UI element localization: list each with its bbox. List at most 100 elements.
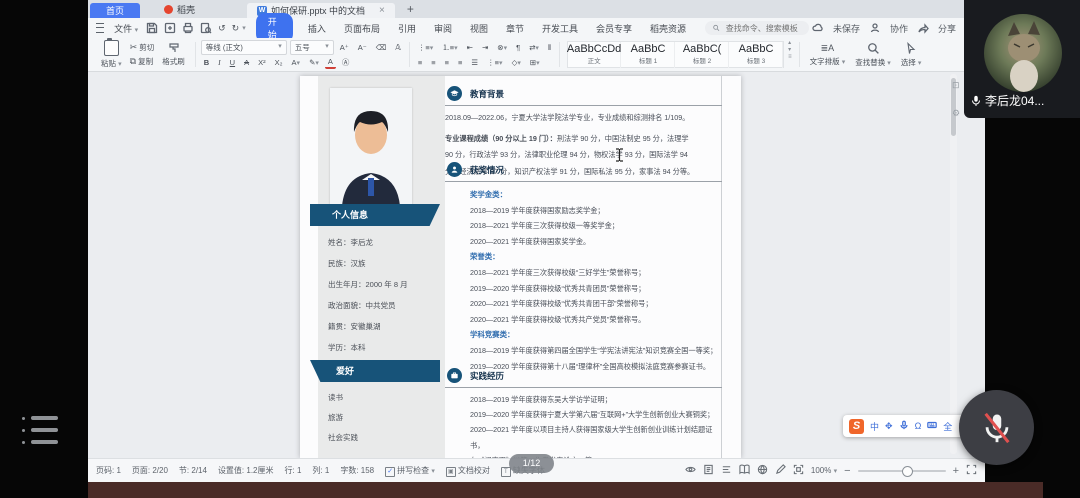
collaborate-button[interactable]: 协作: [888, 22, 910, 35]
paste-button[interactable]: 粘贴 ▾: [96, 40, 127, 69]
underline-button[interactable]: U: [227, 57, 238, 68]
ime-toolbar[interactable]: S 中 ✥ Ω 全 ≣: [843, 415, 977, 437]
cut-button[interactable]: ✂ 剪切: [127, 41, 158, 54]
style-cell[interactable]: AaBbC 标题 1: [622, 42, 675, 68]
ribbon-tab[interactable]: 开发工具: [533, 22, 587, 35]
strikethrough-button[interactable]: A: [241, 57, 252, 68]
paragraph-mark-button[interactable]: ¶: [513, 42, 523, 53]
file-menu[interactable]: 文件 ▾: [109, 22, 143, 35]
settings-gear-icon[interactable]: ⚙: [952, 108, 960, 119]
columns-button[interactable]: ⫴: [545, 42, 554, 54]
tab-docer[interactable]: 稻壳: [154, 0, 205, 18]
text-effects-button[interactable]: A▾: [289, 57, 304, 68]
doc-proof-button[interactable]: ▣文档校对: [446, 465, 490, 477]
hamburger-menu-icon[interactable]: [96, 23, 104, 33]
align-right-button[interactable]: ≡: [442, 57, 452, 68]
copy-button[interactable]: ⧉ 复制: [127, 55, 157, 68]
distribute-button[interactable]: ☰: [468, 57, 481, 68]
style-cell[interactable]: AaBbC 标题 3: [730, 42, 783, 68]
ribbon-tab[interactable]: 页面布局: [335, 22, 389, 35]
ime-fullwidth-icon[interactable]: 全: [943, 420, 952, 433]
meeting-list-icon[interactable]: [22, 416, 58, 444]
justify-button[interactable]: ≡: [455, 57, 465, 68]
align-left-button[interactable]: ≡: [415, 57, 425, 68]
zoom-value[interactable]: 100% ▾: [811, 466, 837, 475]
style-gallery-scroll[interactable]: ▴▾≡: [786, 40, 794, 69]
ribbon-tab[interactable]: 稻壳资源: [641, 22, 695, 35]
undo-dropdown-icon[interactable]: ▾: [242, 24, 246, 32]
font-color-button[interactable]: A: [325, 56, 336, 69]
ribbon-tab[interactable]: 会员专享: [587, 22, 641, 35]
ribbon-tab[interactable]: 视图: [461, 22, 497, 35]
ime-mode-chinese-icon[interactable]: 中: [870, 420, 879, 433]
line-spacing-button[interactable]: ⋮≡▾: [484, 57, 505, 68]
bullet-list-button[interactable]: ⋮≡▾: [415, 42, 436, 53]
text-direction-button[interactable]: ⇄▾: [526, 42, 542, 53]
grow-font-button[interactable]: A⁺: [337, 42, 352, 53]
align-center-button[interactable]: ≡: [428, 57, 438, 68]
zoom-slider[interactable]: [858, 470, 946, 472]
select-button[interactable]: 选择 ▾: [896, 40, 927, 69]
enclose-characters-button[interactable]: Ⓐ: [339, 56, 353, 69]
ribbon-tab[interactable]: 插入: [299, 22, 335, 35]
style-cell[interactable]: AaBbC( 标题 2: [676, 42, 729, 68]
comment-rail-icon[interactable]: ⊡: [952, 80, 960, 91]
print-preview-icon[interactable]: [200, 22, 212, 34]
find-replace-button[interactable]: 查找替换 ▾: [850, 40, 896, 69]
superscript-button[interactable]: X²: [255, 57, 269, 68]
web-layout-icon[interactable]: [757, 464, 768, 477]
export-icon[interactable]: [164, 22, 176, 34]
new-tab-button[interactable]: +: [407, 2, 414, 16]
document-canvas[interactable]: 个人信息 姓名：李后龙民族：汉族出生年月：2000 年 8 月政治面貌：中共党员…: [88, 72, 985, 458]
page-view-icon[interactable]: [703, 464, 714, 477]
text-layout-button[interactable]: ≣A 文字排版 ▾: [805, 40, 851, 69]
clear-format-button[interactable]: ⌫: [373, 42, 390, 53]
share-button[interactable]: 分享: [936, 22, 958, 35]
shrink-font-button[interactable]: A⁻: [355, 42, 370, 53]
fit-page-icon[interactable]: [793, 464, 804, 477]
ime-voice-icon[interactable]: [899, 420, 909, 432]
ime-cursor-icon[interactable]: ✥: [885, 421, 893, 432]
command-search-box[interactable]: [705, 21, 809, 35]
numbered-list-button[interactable]: ⒈≡▾: [439, 41, 460, 54]
tab-home[interactable]: 首页: [90, 3, 140, 18]
ribbon-tab[interactable]: 引用: [389, 22, 425, 35]
borders-button[interactable]: ⊞▾: [527, 57, 543, 68]
zoom-slider-knob[interactable]: [902, 466, 913, 477]
bold-button[interactable]: B: [201, 57, 212, 68]
fullscreen-icon[interactable]: [966, 464, 977, 477]
print-icon[interactable]: [182, 22, 194, 34]
font-name-select[interactable]: 等线 (正文)▾: [201, 40, 287, 55]
redo-icon[interactable]: ↻: [229, 23, 243, 34]
read-layout-icon[interactable]: [739, 464, 750, 477]
resume-page[interactable]: 个人信息 姓名：李后龙民族：汉族出生年月：2000 年 8 月政治面貌：中共党员…: [300, 76, 741, 458]
close-tab-icon[interactable]: ×: [379, 5, 385, 16]
subscript-button[interactable]: X₂: [272, 57, 286, 68]
save-icon[interactable]: [146, 22, 158, 34]
vertical-scrollbar[interactable]: [950, 74, 957, 454]
undo-icon[interactable]: ↺: [215, 23, 229, 34]
decrease-indent-button[interactable]: ⇤: [464, 42, 476, 53]
sogou-logo-icon[interactable]: S: [849, 419, 864, 434]
search-input[interactable]: [724, 23, 801, 34]
ime-keyboard-icon[interactable]: [927, 420, 937, 432]
outline-view-icon[interactable]: [721, 464, 732, 477]
zoom-in-button[interactable]: +: [953, 465, 959, 477]
phonetic-guide-button[interactable]: 𝔸: [392, 42, 404, 53]
zoom-out-button[interactable]: −: [844, 465, 850, 477]
asian-layout-button[interactable]: ⊗▾: [494, 42, 510, 53]
ribbon-tab[interactable]: 审阅: [425, 22, 461, 35]
highlight-color-button[interactable]: ✎▾: [306, 57, 322, 68]
ink-pen-icon[interactable]: [775, 464, 786, 477]
increase-indent-button[interactable]: ⇥: [479, 42, 491, 53]
ime-symbol-icon[interactable]: Ω: [915, 421, 922, 431]
italic-button[interactable]: I: [215, 57, 224, 68]
eye-protection-icon[interactable]: [685, 464, 696, 477]
spell-check-toggle[interactable]: ✓拼写检查 ▾: [385, 465, 435, 477]
shading-button[interactable]: ◇▾: [509, 57, 524, 68]
style-cell[interactable]: AaBbCcDd 正文: [568, 42, 621, 68]
participant-video-tile[interactable]: 李后龙04...: [964, 0, 1080, 118]
ribbon-tab[interactable]: 章节: [497, 22, 533, 35]
font-size-select[interactable]: 五号▾: [290, 40, 334, 55]
microphone-mute-button[interactable]: [959, 390, 1034, 465]
